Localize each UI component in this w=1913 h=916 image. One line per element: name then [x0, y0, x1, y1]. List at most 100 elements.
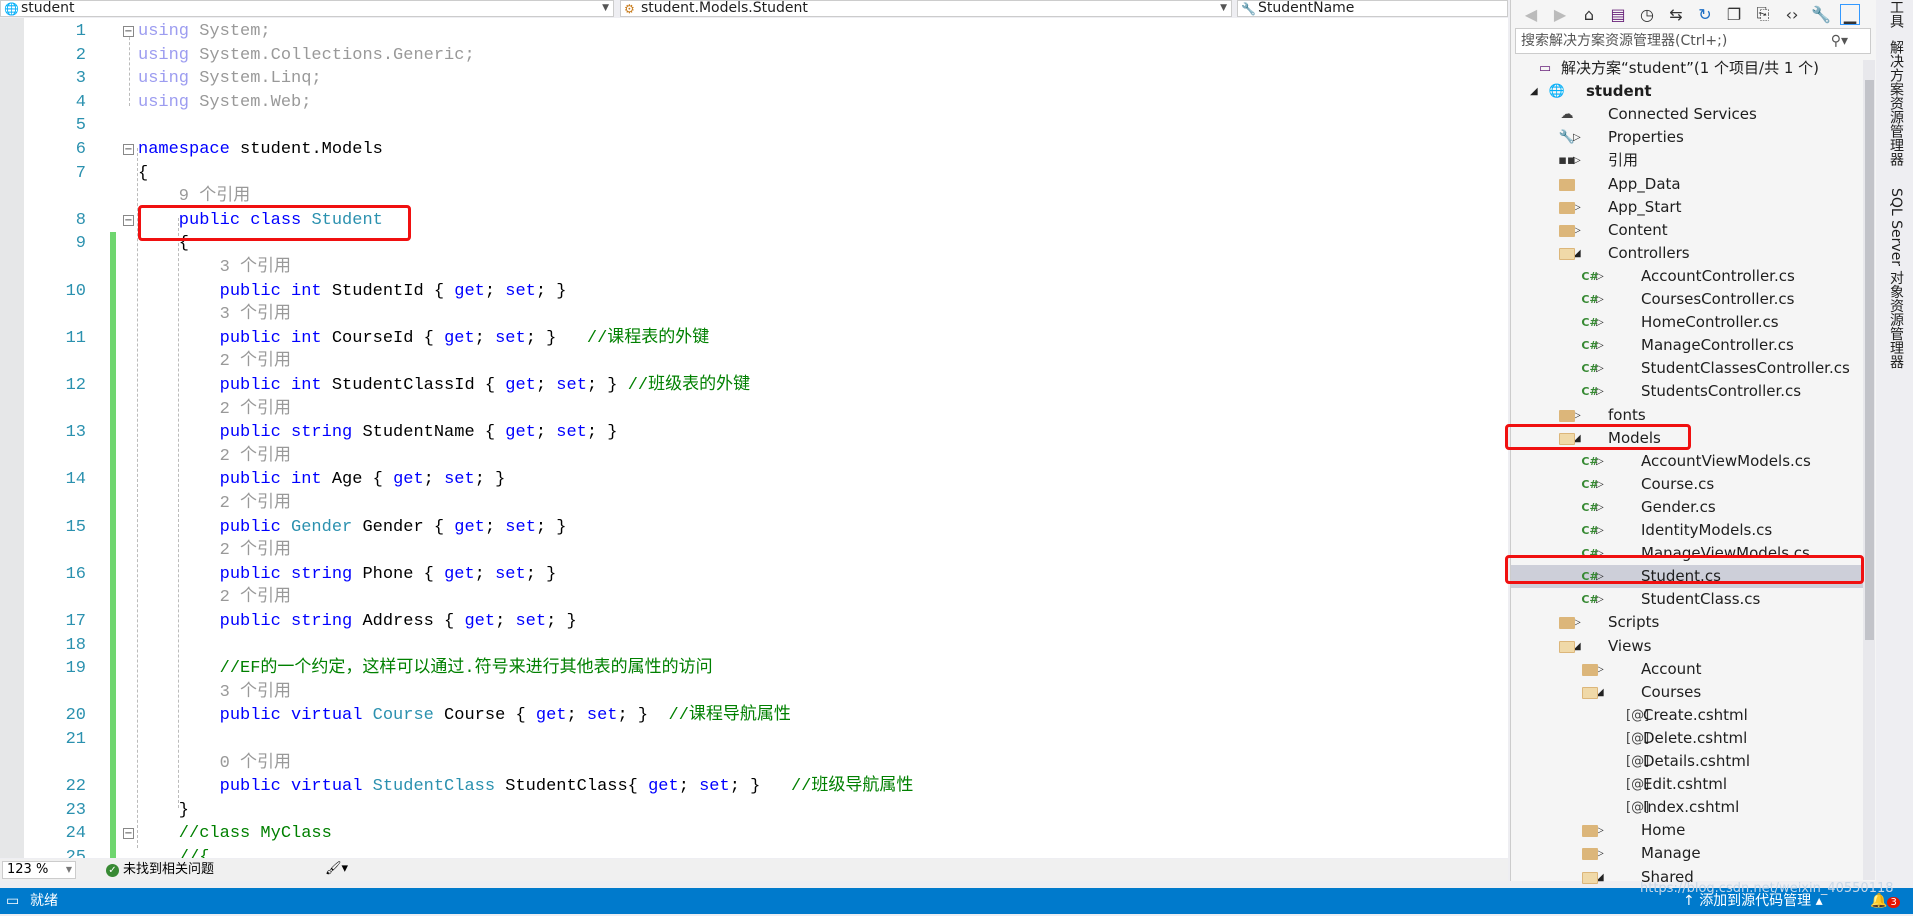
- code-line[interactable]: 19 //EF的一个约定，这样可以通过.符号来进行其他表的属性的访问: [0, 657, 1500, 681]
- home-icon[interactable]: ⌂: [1579, 5, 1599, 24]
- tree-item[interactable]: ▷ C# Gender.cs: [1511, 496, 1863, 519]
- tree-item[interactable]: [@] Create.cshtml: [1511, 704, 1863, 727]
- code-line[interactable]: 20 public virtual Course Course { get; s…: [0, 704, 1500, 728]
- member-dropdown[interactable]: 🔧 StudentName: [1237, 0, 1508, 17]
- class-dropdown[interactable]: ⚙ student.Models.Student ▼: [620, 0, 1232, 17]
- code-line[interactable]: 9 {: [0, 232, 1500, 256]
- tree-item[interactable]: ◢ Views: [1511, 635, 1863, 658]
- code-line[interactable]: 5: [0, 114, 1500, 138]
- tree-item[interactable]: [@] Edit.cshtml: [1511, 773, 1863, 796]
- issues-indicator[interactable]: ✓ 未找到相关问题: [106, 862, 214, 878]
- preview-icon[interactable]: ▁: [1840, 3, 1860, 25]
- tree-item[interactable]: ▷ Manage: [1511, 842, 1863, 865]
- tree-item[interactable]: ▷ C# Student.cs: [1511, 565, 1863, 589]
- tree-item[interactable]: ▷ C# StudentClassesController.cs: [1511, 357, 1863, 380]
- forward-icon[interactable]: ▶: [1550, 5, 1570, 24]
- code-lens[interactable]: 2 个引用: [0, 444, 1500, 469]
- code-line[interactable]: 22 public virtual StudentClass StudentCl…: [0, 775, 1500, 799]
- code-line[interactable]: 12 public int StudentClassId { get; set;…: [0, 374, 1500, 398]
- tree-item[interactable]: ▷ App_Start: [1511, 196, 1863, 219]
- toolbox-tab[interactable]: 工具: [1886, 0, 1906, 28]
- collapse-icon[interactable]: −: [123, 214, 134, 226]
- code-line[interactable]: 21: [0, 728, 1500, 752]
- code-line[interactable]: 7{: [0, 162, 1500, 186]
- code-line[interactable]: 11 public int CourseId { get; set; } //课…: [0, 326, 1500, 351]
- code-lens[interactable]: 3 个引用: [0, 256, 1500, 280]
- code-line[interactable]: 14 public int Age { get; set; }: [0, 468, 1500, 492]
- tree-item[interactable]: ▷ 🔧 Properties: [1511, 126, 1863, 149]
- tree-item[interactable]: ◢ Controllers: [1511, 242, 1863, 265]
- switch-views-icon[interactable]: ▤: [1608, 5, 1628, 24]
- code-editor[interactable]: 1− using System; 2 using System.Collections…: [0, 18, 1508, 858]
- tree-item[interactable]: ▷ C# CoursesController.cs: [1511, 288, 1863, 311]
- pending-changes-icon[interactable]: ◷: [1637, 5, 1657, 24]
- expanded-arrow-icon[interactable]: ◢: [1530, 80, 1538, 103]
- zoom-select[interactable]: 123 % ▼: [2, 861, 76, 879]
- collapse-icon[interactable]: −: [123, 26, 134, 37]
- tree-item[interactable]: [@] Index.cshtml: [1511, 796, 1863, 819]
- view-code-icon[interactable]: ‹›: [1782, 5, 1802, 24]
- tree-item[interactable]: ▷ C# AccountViewModels.cs: [1511, 450, 1863, 473]
- tree-item[interactable]: ▭ 解决方案“student”(1 个项目/共 1 个): [1511, 57, 1863, 80]
- collapse-icon[interactable]: −: [123, 828, 134, 840]
- code-line[interactable]: 10 public int StudentId { get; set; }: [0, 279, 1500, 304]
- code-lens[interactable]: 2 个引用: [0, 539, 1500, 563]
- code-lens[interactable]: 2 个引用: [0, 350, 1500, 374]
- tree-item[interactable]: ▷ C# IdentityModels.cs: [1511, 519, 1863, 542]
- code-line[interactable]: 6 − namespace student.Models: [0, 138, 1500, 162]
- tree-item[interactable]: ▷ C# StudentsController.cs: [1511, 380, 1863, 403]
- code-lens[interactable]: 3 个引用: [0, 680, 1500, 705]
- tree-item[interactable]: ▷ Account: [1511, 658, 1863, 681]
- refresh-icon[interactable]: ↻: [1695, 5, 1715, 24]
- tree-item[interactable]: ▷ C# ManageController.cs: [1511, 334, 1863, 357]
- code-lens[interactable]: 2 个引用: [0, 492, 1500, 516]
- code-cleanup-button[interactable]: 🖌▾: [325, 861, 348, 876]
- code-lens[interactable]: 2 个引用: [0, 586, 1500, 610]
- code-line[interactable]: 4 using System.Web;: [0, 91, 1500, 115]
- tree-item[interactable]: ▷ C# AccountController.cs: [1511, 265, 1863, 288]
- scrollbar-thumb[interactable]: [1865, 80, 1874, 640]
- code-line[interactable]: 17 public string Address { get; set; }: [0, 610, 1500, 634]
- code-line[interactable]: 25 //{: [0, 846, 1500, 858]
- code-line[interactable]: 15 public Gender Gender { get; set; }: [0, 515, 1500, 540]
- code-line[interactable]: 18: [0, 633, 1500, 658]
- tree-item[interactable]: ☁ Connected Services: [1511, 103, 1863, 126]
- code-line[interactable]: 1 − using System;: [0, 20, 1500, 44]
- tree-item[interactable]: ▷ C# HomeController.cs: [1511, 311, 1863, 334]
- tree-item[interactable]: ◢ Models: [1511, 427, 1863, 450]
- code-line[interactable]: 16 public string Phone { get; set; }: [0, 562, 1500, 587]
- code-line[interactable]: 2 using System.Collections.Generic;: [0, 44, 1500, 68]
- properties-icon[interactable]: 🔧: [1811, 5, 1831, 24]
- solution-explorer-tab[interactable]: 解决方案资源管理器: [1886, 40, 1906, 166]
- tree-item[interactable]: ◢ Courses: [1511, 681, 1863, 704]
- code-line[interactable]: 13 public string StudentName { get; set;…: [0, 421, 1500, 445]
- project-dropdown[interactable]: 🌐 student ▼: [0, 0, 614, 17]
- collapse-all-icon[interactable]: ❐: [1724, 5, 1744, 24]
- back-icon[interactable]: ◀: [1521, 5, 1541, 24]
- tree-item[interactable]: ▷ Home: [1511, 819, 1863, 842]
- show-all-files-icon[interactable]: ⎘: [1753, 4, 1773, 24]
- code-lens[interactable]: 3 个引用: [0, 303, 1500, 327]
- tree-item[interactable]: ◢ 🌐 student: [1511, 80, 1863, 103]
- tree-item[interactable]: [@] Details.cshtml: [1511, 750, 1863, 773]
- tree-item[interactable]: ▷ Content: [1511, 219, 1863, 242]
- source-control-button[interactable]: ↑ 添加到源代码管理 ▴: [1683, 888, 1823, 914]
- tree-item[interactable]: ▷ Scripts: [1511, 611, 1863, 634]
- code-lens[interactable]: 2 个引用: [0, 397, 1500, 422]
- sql-server-explorer-tab[interactable]: SQL Server 对象资源管理器: [1886, 188, 1906, 369]
- tree-item[interactable]: ▷ C# StudentClass.cs: [1511, 588, 1863, 611]
- code-line[interactable]: 23 }: [0, 798, 1500, 823]
- tree-item[interactable]: ▷ fonts: [1511, 404, 1863, 427]
- tree-item[interactable]: App_Data: [1511, 173, 1863, 196]
- collapse-icon[interactable]: −: [123, 144, 134, 155]
- solution-search-input[interactable]: 搜索解决方案资源管理器(Ctrl+;) ⚲▾: [1515, 28, 1871, 54]
- tree-item[interactable]: ▷ ▪▪ 引用: [1511, 149, 1863, 172]
- tree-item[interactable]: [@] Delete.cshtml: [1511, 727, 1863, 750]
- code-line[interactable]: 8 − public class Student: [0, 209, 1500, 233]
- code-lens[interactable]: 0 个引用: [0, 751, 1500, 776]
- sync-icon[interactable]: ⇆: [1666, 5, 1686, 24]
- code-line[interactable]: 24 − //class MyClass: [0, 822, 1500, 846]
- tree-item[interactable]: ▷ C# Course.cs: [1511, 473, 1863, 496]
- code-line[interactable]: 3 using System.Linq;: [0, 67, 1500, 91]
- code-lens[interactable]: 9 个引用: [0, 185, 1500, 209]
